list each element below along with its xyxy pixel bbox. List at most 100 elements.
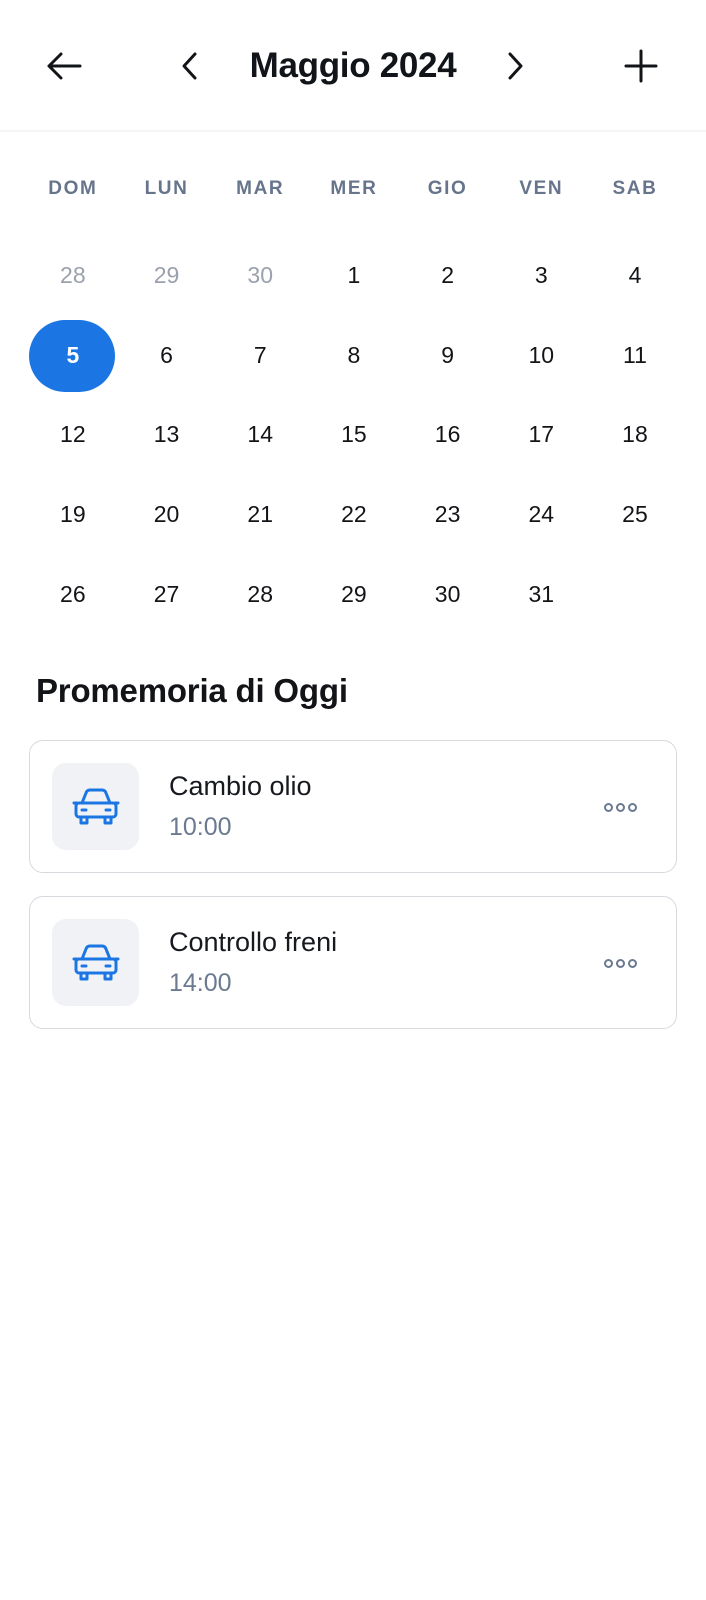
calendar-day-number: 11 — [623, 341, 647, 368]
calendar-day[interactable]: 10 — [494, 316, 588, 396]
more-dots-icon — [603, 958, 613, 968]
calendar-day[interactable]: 29 — [120, 236, 214, 316]
calendar-day-number: 13 — [153, 421, 180, 448]
calendar-day[interactable]: 24 — [494, 475, 588, 555]
add-reminder-button[interactable] — [613, 36, 669, 96]
calendar-day-number: 17 — [528, 421, 555, 448]
calendar-day[interactable]: 14 — [213, 395, 307, 475]
more-dots-icon — [627, 958, 637, 968]
calendar-day[interactable]: 13 — [120, 395, 214, 475]
calendar-day[interactable]: 18 — [588, 395, 682, 475]
calendar-grid: 28 29 30 1 2 3 4 5 6 7 8 9 10 11 12 13 14 15 16 17 18 19 20 21 2… — [26, 236, 682, 634]
calendar-day-number: 3 — [534, 262, 548, 289]
calendar-day-number: 30 — [434, 580, 461, 607]
calendar-day[interactable]: 15 — [307, 395, 401, 475]
weekday-label: SAB — [612, 178, 658, 199]
reminder-card[interactable]: Cambio olio 10:00 — [29, 740, 677, 873]
weekday-label: MER — [330, 178, 378, 199]
calendar-day-number: 27 — [153, 580, 180, 607]
calendar-day[interactable]: 1 — [307, 236, 401, 316]
calendar-day-number: 31 — [528, 580, 555, 607]
calendar-day-number: 19 — [60, 501, 86, 528]
calendar-day[interactable]: 28 — [26, 236, 120, 316]
month-title: Maggio 2024 — [249, 46, 457, 85]
more-dots-icon — [615, 958, 625, 968]
calendar-day-number: 29 — [341, 580, 367, 607]
calendar-day[interactable]: 22 — [307, 475, 401, 555]
more-dots-icon — [615, 802, 625, 812]
reminder-time: 14:00 — [169, 969, 232, 997]
calendar-day[interactable]: 4 — [588, 236, 682, 316]
calendar-day-number: 1 — [347, 262, 361, 289]
plus-icon — [624, 49, 658, 83]
back-button[interactable] — [36, 36, 92, 96]
chevron-left-icon — [182, 52, 197, 80]
calendar-day-selected[interactable]: 5 — [26, 316, 120, 396]
calendar-day-number: 9 — [441, 341, 454, 368]
calendar-day-number: 16 — [434, 421, 461, 448]
more-dots-icon — [603, 802, 613, 812]
section-title: Promemoria di Oggi — [36, 672, 348, 709]
calendar-day[interactable]: 20 — [120, 475, 214, 555]
calendar-day-number: 23 — [434, 501, 461, 528]
calendar-day-number: 18 — [622, 421, 648, 448]
calendar-day-number: 20 — [153, 501, 180, 528]
calendar-day-number: 29 — [153, 262, 180, 289]
calendar-day[interactable]: 17 — [494, 395, 588, 475]
reminder-icon-tile — [52, 763, 139, 850]
calendar-day[interactable]: 6 — [120, 316, 214, 396]
calendar-day[interactable]: 31 — [494, 554, 588, 634]
more-options-button[interactable] — [598, 789, 642, 825]
reminder-title: Cambio olio — [169, 771, 312, 801]
calendar-day[interactable]: 12 — [26, 395, 120, 475]
more-dots-icon — [627, 802, 637, 812]
calendar-day[interactable]: 16 — [401, 395, 495, 475]
calendar-day[interactable]: 9 — [401, 316, 495, 396]
previous-month-button[interactable] — [162, 36, 218, 96]
calendar-day[interactable]: 30 — [213, 236, 307, 316]
weekday-label: VEN — [519, 178, 564, 199]
calendar-day-number: 30 — [247, 262, 274, 289]
weekday-label: GIO — [427, 178, 468, 199]
calendar-day[interactable]: 30 — [401, 554, 495, 634]
calendar-day[interactable]: 28 — [213, 554, 307, 634]
weekday-label: DOM — [48, 178, 98, 199]
calendar-day-number: 4 — [628, 262, 642, 289]
calendar-day-number: 2 — [441, 262, 454, 289]
calendar-day-number: 21 — [247, 501, 274, 528]
calendar-day[interactable]: 3 — [494, 236, 588, 316]
more-options-button[interactable] — [598, 945, 642, 981]
weekday-label: LUN — [144, 178, 189, 199]
calendar-day-number: 24 — [528, 501, 555, 528]
reminder-title: Controllo freni — [169, 927, 338, 957]
calendar-day-number: 26 — [60, 580, 86, 607]
calendar-day[interactable]: 7 — [213, 316, 307, 396]
calendar-day[interactable]: 25 — [588, 475, 682, 555]
calendar-day[interactable]: 27 — [120, 554, 214, 634]
calendar-day[interactable]: 2 — [401, 236, 495, 316]
weekday-header-row: DOM LUN MAR MER GIO VEN SAB — [26, 178, 682, 200]
calendar-day-number: 7 — [253, 341, 267, 368]
weekday-label: MAR — [236, 178, 285, 199]
reminder-time: 10:00 — [169, 813, 232, 841]
calendar-day-number: 15 — [341, 421, 367, 448]
calendar-day-number: 28 — [60, 262, 86, 289]
calendar-day-number: 8 — [347, 341, 361, 368]
calendar-day[interactable]: 8 — [307, 316, 401, 396]
chevron-right-icon — [508, 52, 523, 80]
calendar-day[interactable]: 29 — [307, 554, 401, 634]
reminder-card[interactable]: Controllo freni 14:00 — [29, 896, 677, 1029]
calendar-day[interactable]: 23 — [401, 475, 495, 555]
calendar-day[interactable]: 21 — [213, 475, 307, 555]
car-icon — [72, 944, 119, 980]
calendar-day[interactable]: 11 — [588, 316, 682, 396]
calendar-day-number: 5 — [66, 341, 80, 368]
calendar-day-number: 28 — [247, 580, 274, 607]
calendar-day-number: 22 — [341, 501, 367, 528]
next-month-button[interactable] — [487, 36, 543, 96]
calendar-day[interactable]: 19 — [26, 475, 120, 555]
arrow-left-icon — [47, 52, 82, 80]
top-bar: Maggio 2024 — [0, 0, 706, 132]
calendar-day-number: 12 — [60, 421, 86, 448]
calendar-day[interactable]: 26 — [26, 554, 120, 634]
